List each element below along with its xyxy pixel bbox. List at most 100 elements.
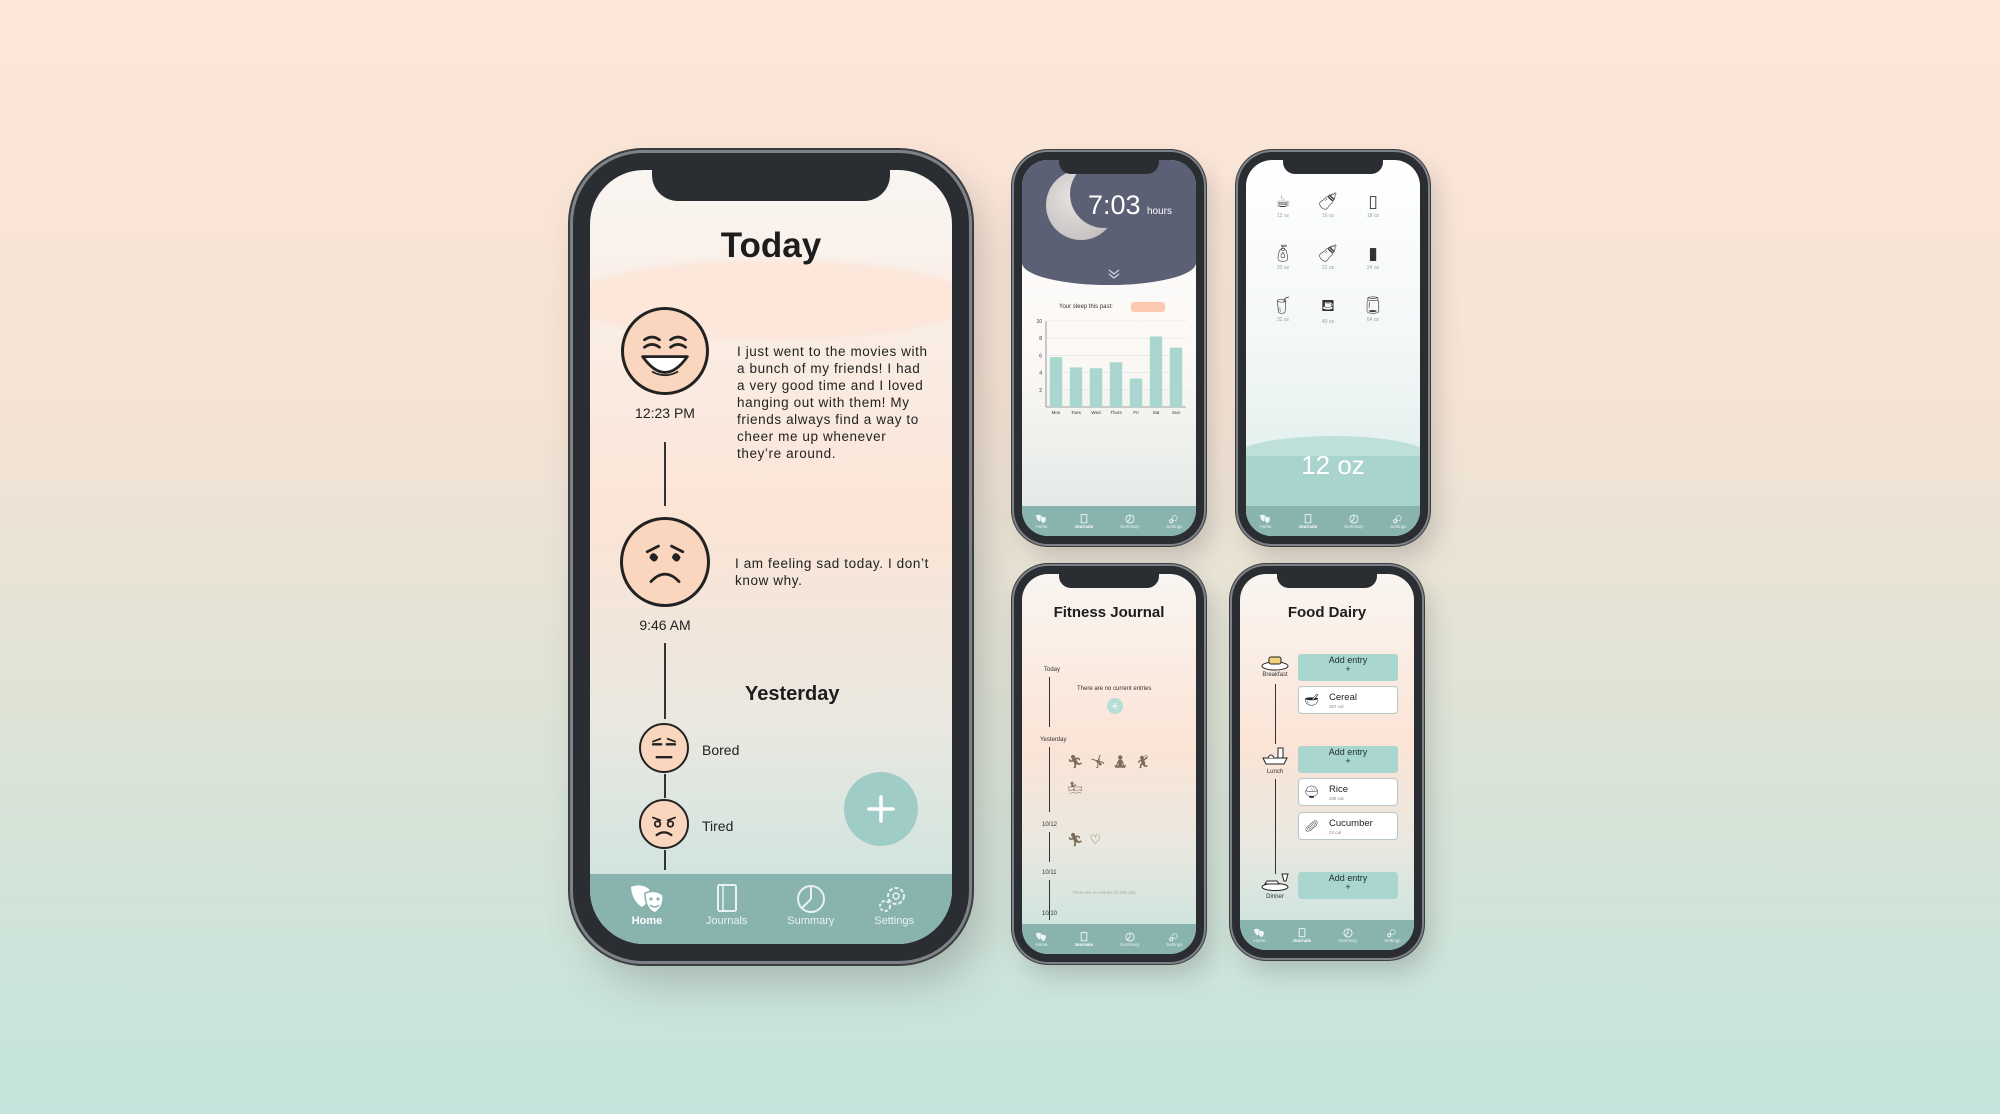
nav-label: Home xyxy=(1259,523,1272,529)
nav-journals[interactable]: Journals xyxy=(1298,513,1317,529)
water-option[interactable]: 🥤︎ 32 oz xyxy=(1268,296,1298,323)
entry-time: 9:46 AM xyxy=(639,617,691,633)
timeline-line xyxy=(1049,747,1050,812)
masks-icon xyxy=(630,885,664,914)
water-option[interactable]: 🫙︎ 64 oz xyxy=(1358,296,1388,323)
big-jug-icon: 🫙︎ xyxy=(1362,296,1384,315)
food-calories: 206 cal xyxy=(1329,796,1344,801)
happy-face-icon[interactable] xyxy=(621,307,709,395)
nav-summary[interactable]: Summary xyxy=(1120,931,1139,947)
sleep-unit: hours xyxy=(1147,206,1173,217)
x-tick-label: Fri xyxy=(1133,410,1138,415)
nav-label: Summary xyxy=(1344,523,1364,529)
add-entry-button[interactable]: Add entry + xyxy=(1298,872,1398,899)
phone-notch xyxy=(652,153,890,201)
add-entry-button[interactable]: + xyxy=(1107,698,1123,714)
lunge-icon[interactable]: 🧘︎ xyxy=(1112,754,1135,769)
page-title: Today xyxy=(720,226,822,265)
stretch-icon[interactable]: 🤸︎ xyxy=(1090,754,1113,769)
running-icon[interactable]: 🏃︎ xyxy=(1067,754,1090,769)
bar[interactable] xyxy=(1149,336,1163,407)
nav-home[interactable]: Home xyxy=(1259,514,1271,529)
timeline-line xyxy=(664,442,666,506)
nav-settings[interactable]: Settings xyxy=(1390,514,1407,529)
nav-settings[interactable]: Settings xyxy=(1166,932,1183,947)
nav-home[interactable]: Home xyxy=(1035,514,1047,529)
y-tick-label: 6 xyxy=(1039,353,1042,359)
water-option[interactable]: ▮ 24 oz xyxy=(1358,244,1388,271)
food-item-card[interactable]: 🥒︎ Cucumber 24 cal xyxy=(1298,812,1398,840)
masks-icon xyxy=(1035,932,1047,942)
nav-label: Settings xyxy=(1166,941,1183,947)
page-title: Fitness Journal xyxy=(1053,604,1165,621)
nav-journals[interactable]: Journals xyxy=(706,883,747,927)
nav-journals[interactable]: Journals xyxy=(1074,931,1093,947)
sad-face-icon[interactable] xyxy=(620,517,710,607)
gear-icon xyxy=(1168,932,1180,942)
add-entry-button[interactable]: Add entry + xyxy=(1298,746,1398,773)
chevron-down-icon[interactable] xyxy=(1107,268,1121,283)
nav-settings[interactable]: Settings xyxy=(874,883,914,927)
period-dropdown[interactable] xyxy=(1131,302,1165,312)
add-label: Add entry xyxy=(1328,873,1368,883)
food-item-card[interactable]: 🥣︎ Cereal 307 cal xyxy=(1298,686,1398,714)
home-screen: Today 12:23 PM I just went to the movies… xyxy=(590,170,952,944)
water-option[interactable]: ⛾ 40 oz xyxy=(1313,296,1343,325)
nav-summary[interactable]: Summary xyxy=(1344,513,1364,529)
water-option[interactable]: 🧴︎ 20 oz xyxy=(1268,244,1298,271)
heart-icon[interactable]: ♡ xyxy=(1090,832,1108,847)
bar[interactable] xyxy=(1089,368,1103,407)
x-tick-label: Wed xyxy=(1091,410,1101,415)
nav-home[interactable]: Home xyxy=(1035,932,1047,947)
nav-summary[interactable]: Summary xyxy=(787,883,834,927)
lunch-icon xyxy=(1260,746,1290,771)
nav-settings[interactable]: Settings xyxy=(1166,514,1183,529)
bar[interactable] xyxy=(1169,347,1183,407)
nav-label: Summary xyxy=(1338,937,1358,943)
food-name: Rice xyxy=(1329,784,1349,795)
food-calories: 307 cal xyxy=(1329,704,1344,709)
water-option[interactable]: 🍼︎ 21 oz xyxy=(1313,244,1343,271)
nav-summary[interactable]: Summary xyxy=(1120,513,1139,529)
bored-face-icon[interactable] xyxy=(639,723,689,773)
food-item-card[interactable]: 🍚︎ Rice 206 cal xyxy=(1298,778,1398,806)
tired-face-icon[interactable] xyxy=(639,799,689,849)
nav-home[interactable]: Home xyxy=(628,883,666,927)
rice-icon: 🍚︎ xyxy=(1304,785,1320,799)
bar[interactable] xyxy=(1129,378,1143,407)
nav-label: Settings xyxy=(1166,523,1183,529)
nav-journals[interactable]: Journals xyxy=(1292,927,1311,943)
phone-sleep: 7:03 hours Your sleep this past: 2 4 6 8 10 M… xyxy=(1014,152,1204,544)
timeline-line xyxy=(664,774,666,798)
pie-icon xyxy=(796,885,825,913)
water-option-label: 40 oz xyxy=(1321,319,1335,325)
running-icon[interactable]: 🏃︎ xyxy=(1067,832,1090,847)
date-label: 10/11 xyxy=(1042,870,1057,876)
meal-label: Lunch xyxy=(1266,769,1284,775)
situp-icon[interactable]: 🚣︎ xyxy=(1067,780,1084,796)
nav-home[interactable]: Home xyxy=(1253,928,1265,943)
add-entry-button[interactable] xyxy=(844,772,918,846)
add-entry-button[interactable]: Add entry + xyxy=(1298,654,1398,681)
entry-text[interactable]: I am feeling sad today. I don’t know why… xyxy=(735,555,935,589)
nav-settings[interactable]: Settings xyxy=(1384,928,1401,943)
bar[interactable] xyxy=(1049,357,1063,407)
entry-text[interactable]: I just went to the movies with a bunch o… xyxy=(737,343,932,462)
water-option-label: 20 oz xyxy=(1276,265,1290,271)
bar[interactable] xyxy=(1109,362,1123,407)
water-option[interactable]: ☕︎ 12 oz xyxy=(1268,192,1298,219)
water-option[interactable]: 🍼︎ 16 oz xyxy=(1313,192,1343,219)
nav-summary[interactable]: Summary xyxy=(1338,927,1358,943)
bar[interactable] xyxy=(1069,367,1083,407)
pie-icon xyxy=(1125,931,1135,942)
nav-journals[interactable]: Journals xyxy=(1074,513,1093,529)
water-option[interactable]: ▯ 18 oz xyxy=(1358,192,1388,219)
sleep-screen: 7:03 hours Your sleep this past: 2 4 6 8 10 M… xyxy=(1022,160,1196,536)
water-option-label: 12 oz xyxy=(1276,213,1290,219)
journal-icon xyxy=(1079,513,1089,524)
food-calories: 24 cal xyxy=(1329,830,1342,835)
nav-label: Summary xyxy=(787,915,835,927)
flask-icon: ▮ xyxy=(1368,244,1378,263)
pilates-icon[interactable]: 🤾︎ xyxy=(1135,754,1158,769)
phone-notch xyxy=(1059,152,1159,174)
